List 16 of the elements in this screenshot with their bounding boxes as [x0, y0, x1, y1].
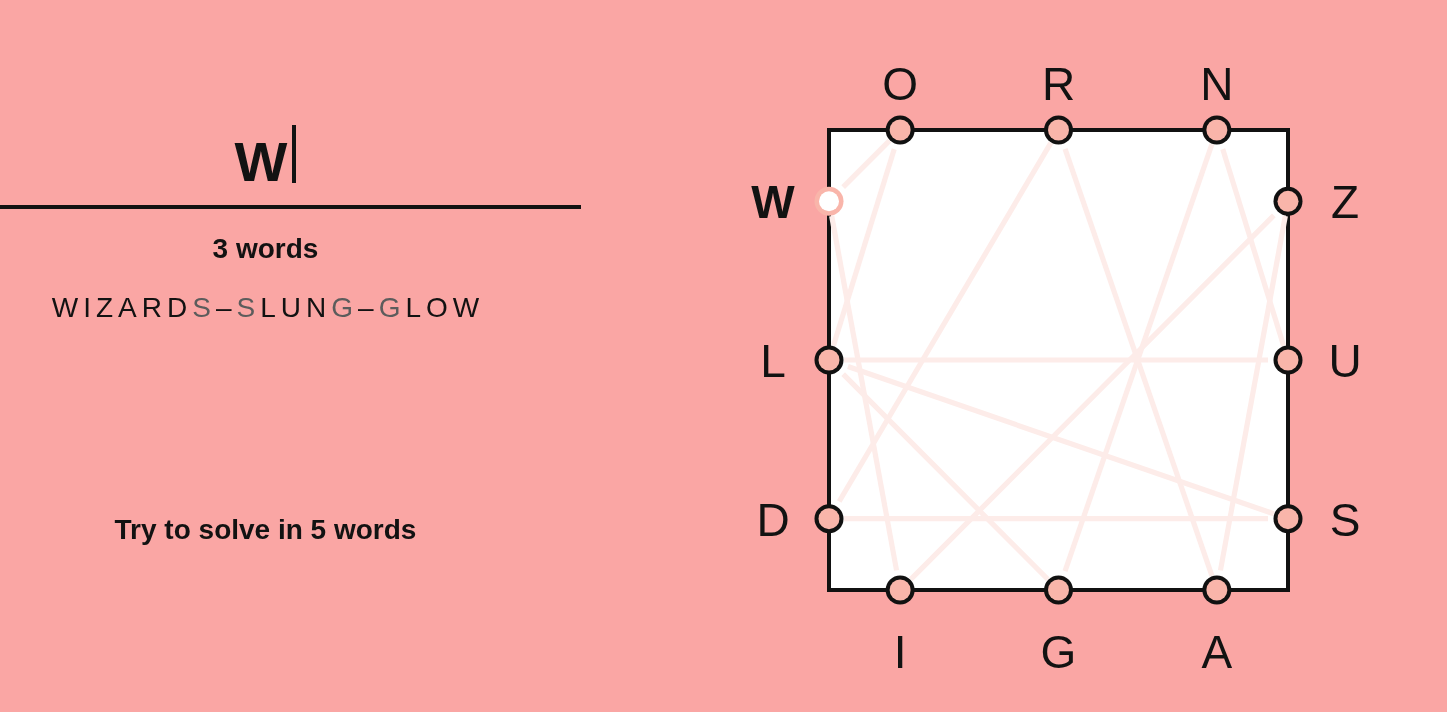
- letter-button[interactable]: A: [1201, 575, 1233, 678]
- word-count-label: 3 words: [212, 233, 319, 265]
- text-cursor-icon: [292, 125, 297, 183]
- goal-text: Try to solve in 5 words: [114, 514, 417, 546]
- letter-button[interactable]: N: [1200, 58, 1234, 145]
- word-input-field[interactable]: W: [0, 130, 581, 209]
- letter-button[interactable]: Z: [1273, 176, 1360, 229]
- letter-button[interactable]: L: [760, 335, 844, 387]
- letter-button[interactable]: G: [1040, 575, 1077, 678]
- letter-button[interactable]: I: [885, 575, 915, 678]
- letter-button[interactable]: R: [1041, 58, 1076, 145]
- letter-button[interactable]: W: [751, 176, 844, 229]
- letter-button[interactable]: D: [756, 493, 844, 546]
- letter-button[interactable]: S: [1273, 493, 1361, 546]
- letter-button[interactable]: U: [1273, 335, 1362, 387]
- letter-button[interactable]: O: [882, 58, 919, 145]
